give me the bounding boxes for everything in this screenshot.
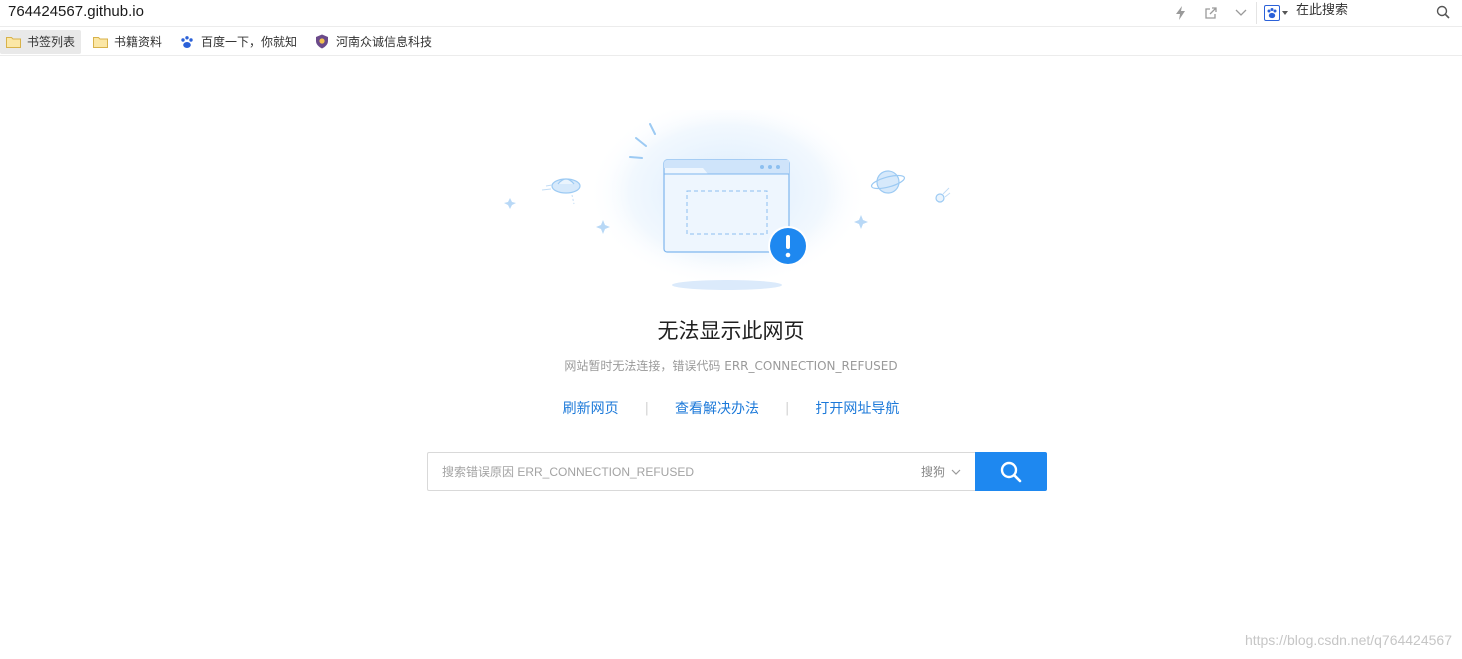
bookmark-item[interactable]: 书签列表 <box>0 29 82 54</box>
address-bar-divider <box>1256 2 1257 24</box>
error-title: 无法显示此网页 <box>657 319 805 343</box>
chevron-down-icon <box>951 469 961 475</box>
refresh-page-link[interactable]: 刷新网页 <box>563 398 619 418</box>
error-illustration <box>500 97 960 300</box>
error-subtitle: 网站暂时无法连接，错误代码 ERR_CONNECTION_REFUSED <box>564 359 898 373</box>
bookmark-label: 百度一下，你就知 <box>201 35 298 49</box>
search-input[interactable] <box>428 453 898 490</box>
error-actions: 刷新网页 | 查看解决办法 | 打开网址导航 <box>0 398 1462 418</box>
search-engine-selector[interactable] <box>1264 3 1288 23</box>
bookmark-item[interactable]: 书籍资料 <box>87 30 168 54</box>
address-bar-actions <box>1172 4 1262 22</box>
caret-down-icon <box>1282 11 1288 15</box>
error-search-bar: 搜狗 <box>427 452 1047 491</box>
address-bar: 764424567.github.io 在此搜索 <box>0 0 1462 27</box>
search-field: 搜狗 <box>427 452 975 491</box>
link-divider: | <box>644 400 649 416</box>
folder-icon <box>92 34 108 50</box>
search-engine-dropdown[interactable]: 搜狗 <box>921 463 961 480</box>
shield-logo-icon <box>314 34 330 50</box>
search-icon[interactable] <box>1436 4 1450 23</box>
share-icon[interactable] <box>1202 4 1220 22</box>
view-solutions-link[interactable]: 查看解决办法 <box>675 398 759 418</box>
chevron-down-icon[interactable] <box>1232 4 1250 22</box>
link-divider: | <box>785 400 790 416</box>
top-search-input[interactable]: 在此搜索 <box>1296 2 1348 20</box>
bookmark-label: 书籍资料 <box>114 35 163 49</box>
bookmarks-bar: 书签列表 书籍资料 百度一下，你就知 河南众诚信息科技 <box>0 28 1462 56</box>
bookmark-item[interactable]: 河南众诚信息科技 <box>309 30 438 54</box>
search-engine-label: 搜狗 <box>920 465 945 479</box>
search-icon <box>1000 461 1022 482</box>
baidu-paw-icon <box>179 34 195 50</box>
bookmark-label: 河南众诚信息科技 <box>336 35 433 49</box>
url-text[interactable]: 764424567.github.io <box>8 3 144 20</box>
bookmark-label: 书签列表 <box>27 35 76 49</box>
watermark: https://blog.csdn.net/q764424567 <box>1244 632 1452 648</box>
bookmark-item[interactable]: 百度一下，你就知 <box>174 30 303 54</box>
folder-icon <box>5 34 21 50</box>
open-url-navigation-link[interactable]: 打开网址导航 <box>815 398 899 418</box>
search-button[interactable] <box>975 452 1047 491</box>
lightning-icon[interactable] <box>1172 4 1190 22</box>
baidu-paw-icon <box>1264 5 1280 21</box>
